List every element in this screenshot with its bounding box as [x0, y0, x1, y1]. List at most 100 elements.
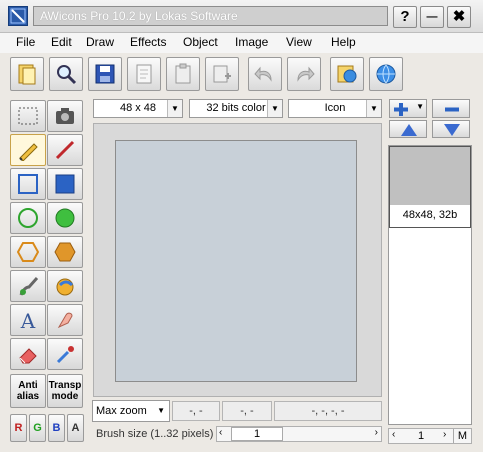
chevron-right-icon[interactable]: ›	[443, 429, 446, 440]
camera-icon	[56, 108, 74, 124]
hexagon-fill-tool[interactable]	[47, 236, 83, 268]
format-value: Icon	[324, 102, 346, 114]
menu-effects[interactable]: Effects	[130, 35, 166, 49]
thumbnail-preview	[390, 147, 470, 205]
ellipse-fill-icon	[55, 208, 75, 228]
menu-view[interactable]: View	[286, 35, 312, 49]
smudge-tool[interactable]	[47, 304, 83, 336]
rect-outline-tool[interactable]	[10, 168, 46, 200]
library-button[interactable]	[330, 57, 364, 91]
menu-object[interactable]: Object	[183, 35, 218, 49]
page-value: 1	[417, 430, 425, 442]
redo-button[interactable]	[287, 57, 321, 91]
channel-a-toggle[interactable]: A	[67, 414, 84, 442]
globe-icon	[376, 64, 396, 84]
menu-image[interactable]: Image	[235, 35, 268, 49]
undo-icon	[254, 66, 272, 82]
arrow-down-icon	[444, 124, 460, 136]
fill-bucket-icon	[56, 278, 74, 296]
icon-canvas[interactable]	[115, 140, 357, 382]
zoom-button[interactable]	[49, 57, 83, 91]
help-button[interactable]: ?	[393, 6, 417, 28]
rect-fill-tool[interactable]	[47, 168, 83, 200]
plus-icon	[394, 103, 408, 116]
close-button[interactable]: ✖	[447, 6, 471, 28]
menu-edit[interactable]: Edit	[51, 35, 72, 49]
minus-icon	[445, 107, 459, 112]
select-tool[interactable]	[10, 100, 46, 132]
chevron-left-icon[interactable]: ‹	[392, 429, 395, 440]
arrow-up-icon	[401, 124, 417, 136]
m-button[interactable]: M	[453, 429, 471, 443]
coord-readout-1: -, -	[172, 401, 220, 421]
channel-r-toggle[interactable]: R	[10, 414, 27, 442]
ellipse-outline-icon	[18, 208, 38, 228]
paste-new-button[interactable]	[205, 57, 239, 91]
add-image-button[interactable]: ▼	[389, 99, 427, 118]
smudge-icon	[57, 312, 73, 329]
open-button[interactable]	[10, 57, 44, 91]
size-select[interactable]: 48 x 48 ▼	[93, 99, 183, 118]
coord-readout-2: -, -	[222, 401, 272, 421]
color-depth-select[interactable]: 32 bits color ▼	[189, 99, 283, 118]
eyedropper-icon	[56, 346, 74, 364]
eraser-tool[interactable]	[10, 338, 46, 370]
chevron-down-icon: ▼	[416, 102, 424, 111]
move-up-button[interactable]	[389, 120, 427, 138]
chevron-down-icon: ▼	[267, 100, 282, 117]
channel-b-toggle[interactable]: B	[48, 414, 65, 442]
paste-icon	[175, 63, 191, 84]
chevron-left-icon[interactable]: ‹	[219, 427, 222, 438]
line-icon	[55, 140, 75, 160]
text-icon: A	[20, 309, 36, 331]
select-icon	[18, 107, 38, 125]
paste-button[interactable]	[166, 57, 200, 91]
brush-size-slider[interactable]: ‹ 1 ›	[216, 426, 382, 442]
hexagon-outline-tool[interactable]	[10, 236, 46, 268]
brush-size-label: Brush size (1..32 pixels)	[96, 428, 214, 440]
minimize-button[interactable]: —	[420, 6, 444, 28]
undo-button[interactable]	[248, 57, 282, 91]
new-page-icon	[136, 64, 152, 84]
menu-file[interactable]: File	[16, 35, 35, 49]
coord-readout-3: -, -, -, -	[274, 401, 382, 421]
chevron-right-icon[interactable]: ›	[375, 427, 378, 438]
pencil-tool[interactable]	[10, 134, 46, 166]
fill-tool[interactable]	[47, 270, 83, 302]
open-icon	[18, 64, 36, 85]
image-list-item[interactable]: 48x48, 32b	[389, 146, 471, 228]
zoom-icon	[57, 65, 77, 85]
save-button[interactable]	[88, 57, 122, 91]
menu-draw[interactable]: Draw	[86, 35, 114, 49]
channel-g-toggle[interactable]: G	[29, 414, 46, 442]
eyedropper-tool[interactable]	[47, 338, 83, 370]
pencil-icon	[19, 143, 38, 161]
chevron-down-icon: ▼	[167, 100, 182, 117]
globe-button[interactable]	[369, 57, 403, 91]
antialias-toggle[interactable]: Anti alias	[10, 374, 46, 408]
zoom-select[interactable]: Max zoom ▼	[92, 400, 170, 422]
line-tool[interactable]	[47, 134, 83, 166]
brush-size-value: 1	[231, 427, 283, 441]
format-select[interactable]: Icon ▼	[288, 99, 382, 118]
camera-tool[interactable]	[47, 100, 83, 132]
ellipse-fill-tool[interactable]	[47, 202, 83, 234]
eraser-icon	[19, 348, 37, 364]
new-page-button[interactable]	[127, 57, 161, 91]
zoom-value: Max zoom	[96, 405, 147, 417]
save-icon	[95, 64, 115, 84]
paste-new-icon	[213, 65, 231, 83]
page-scroller[interactable]: ‹ 1 › M	[388, 428, 472, 444]
transp-mode-label: Transp mode	[48, 380, 82, 402]
menu-help[interactable]: Help	[331, 35, 356, 49]
svg-text:A: A	[20, 309, 36, 331]
transp-mode-toggle[interactable]: Transp mode	[47, 374, 83, 408]
brush-tool[interactable]	[10, 270, 46, 302]
ellipse-outline-tool[interactable]	[10, 202, 46, 234]
redo-icon	[297, 66, 315, 82]
text-tool[interactable]: A	[10, 304, 46, 336]
app-icon[interactable]	[8, 6, 28, 26]
remove-image-button[interactable]	[432, 99, 470, 118]
thumbnail-label: 48x48, 32b	[402, 209, 458, 221]
move-down-button[interactable]	[432, 120, 470, 138]
